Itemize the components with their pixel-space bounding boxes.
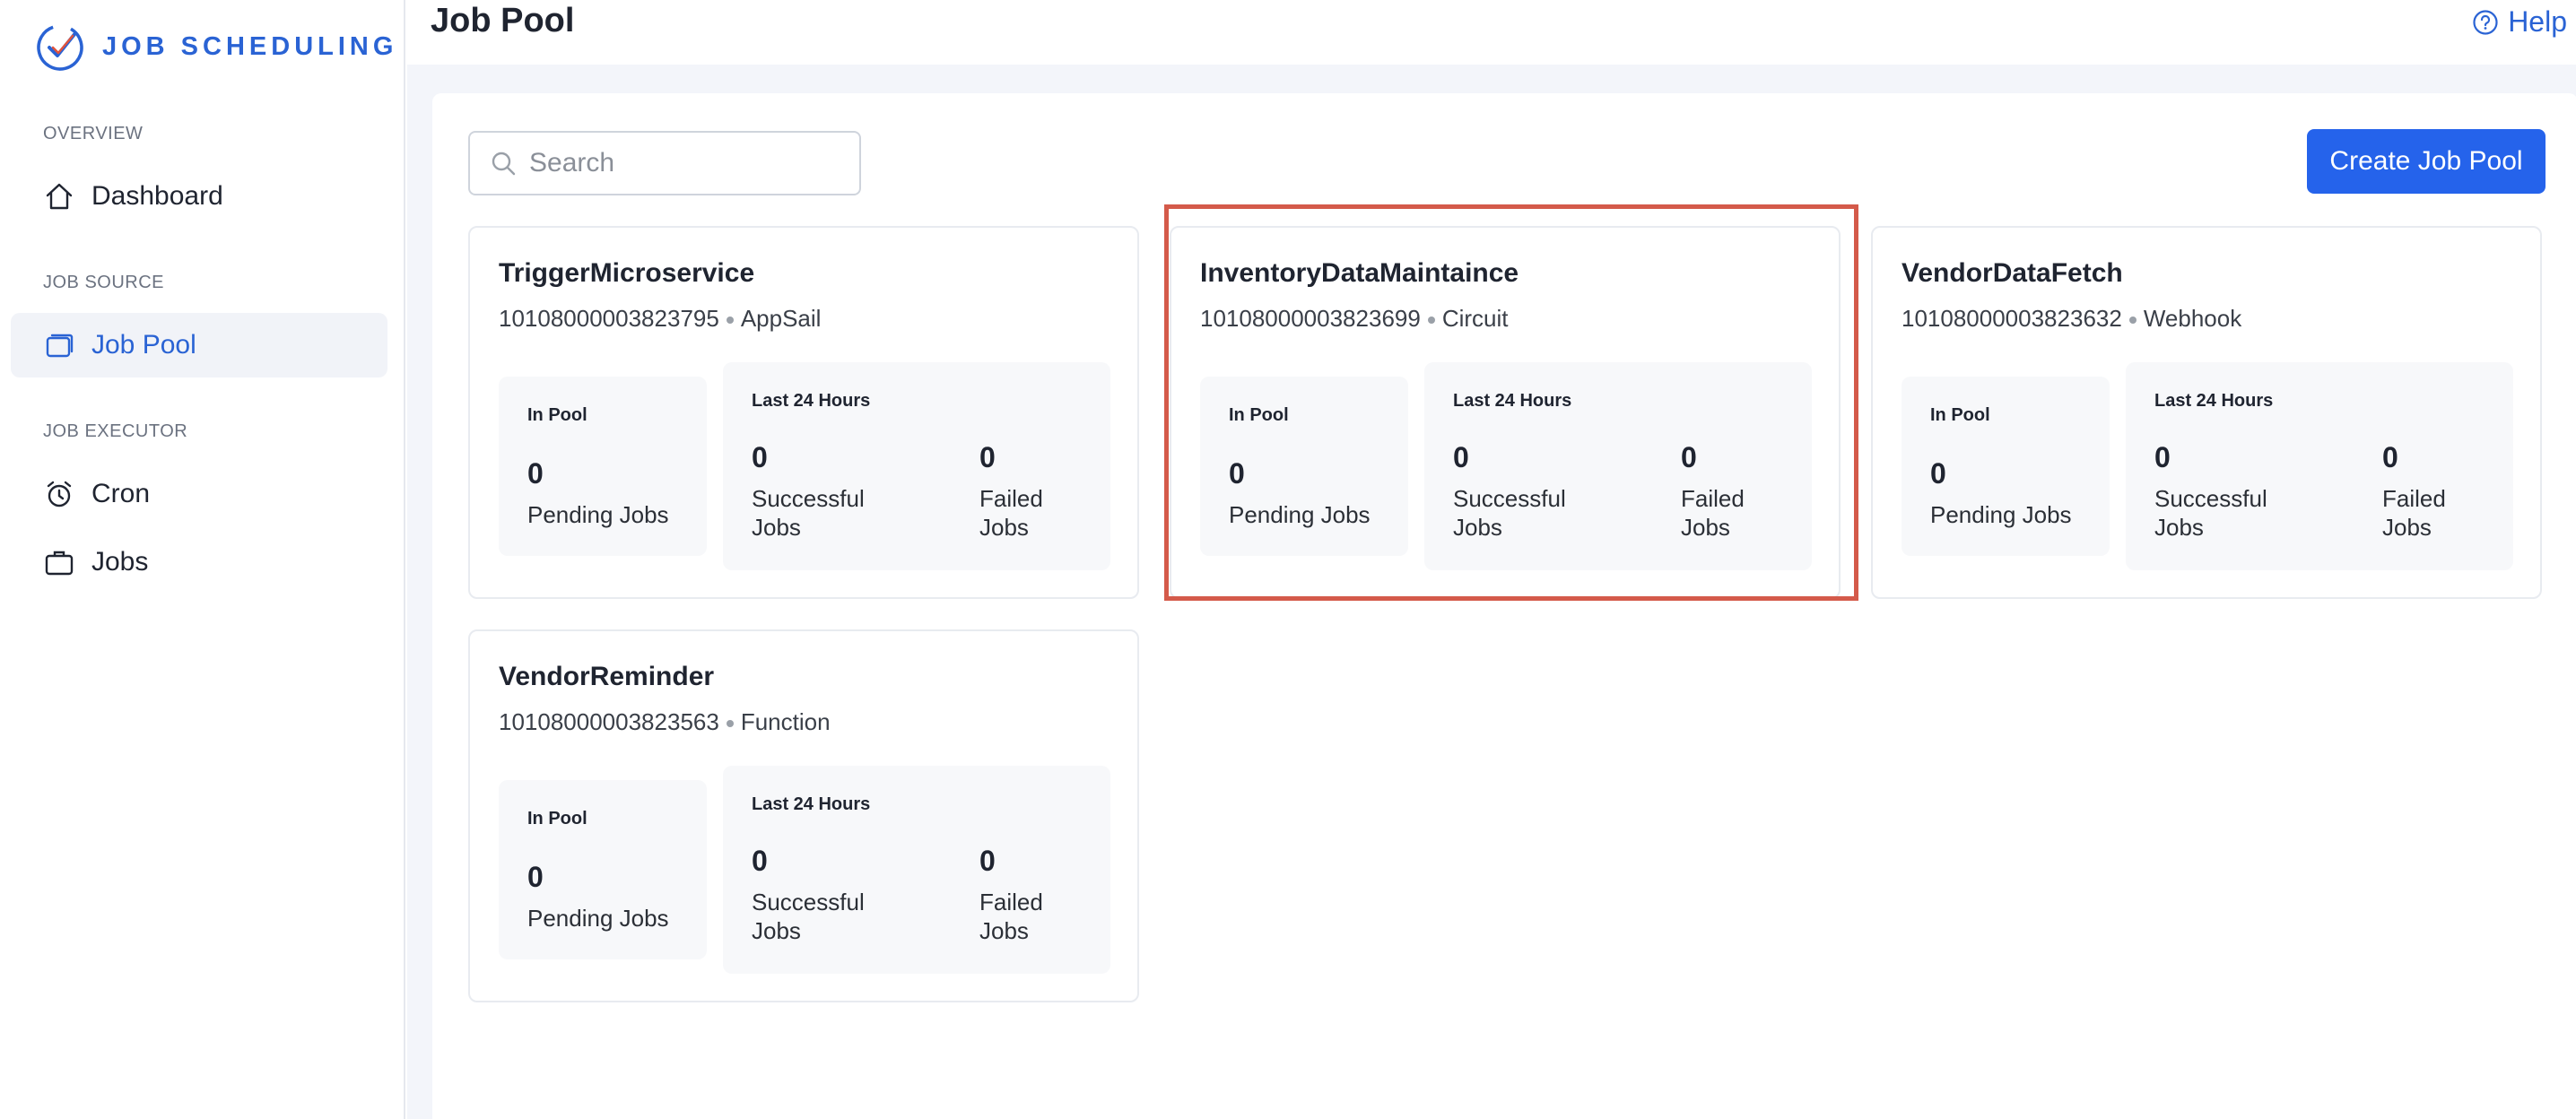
- sidebar-item-job-pool[interactable]: Job Pool: [11, 313, 387, 377]
- successful-count: 0: [752, 441, 768, 473]
- failed-label: Failed Jobs: [1681, 485, 1745, 541]
- separator-dot: [1427, 317, 1435, 325]
- card-id: 10108000003823699: [1200, 305, 1421, 332]
- successful-label: Successful Jobs: [2154, 485, 2267, 541]
- topbar: Job Pool Help: [407, 0, 2576, 65]
- sidebar-item-label: Dashboard: [91, 181, 223, 211]
- in-pool-label: In Pool: [1930, 405, 1990, 425]
- failed-label: Failed Jobs: [979, 889, 1043, 944]
- in-pool-box: In Pool 0 Pending Jobs: [499, 377, 707, 556]
- failed-label: Failed Jobs: [2382, 485, 2446, 541]
- search-icon: [492, 152, 516, 176]
- sidebar-item-label: Jobs: [91, 547, 149, 577]
- last-24-hours-box: Last 24 Hours 0 Successful Jobs 0 Failed…: [1424, 362, 1812, 570]
- card-title[interactable]: InventoryDataMaintaince: [1200, 258, 1519, 289]
- section-label-job-executor: JOB EXECUTOR: [43, 421, 188, 441]
- failed-count: 0: [1681, 441, 1697, 473]
- job-pool-card[interactable]: TriggerMicroservice 10108000003823795 App…: [468, 226, 1139, 599]
- pending-label: Pending Jobs: [527, 501, 669, 528]
- separator-dot: [2128, 317, 2137, 325]
- in-pool-label: In Pool: [527, 405, 587, 425]
- last-24-hours-box: Last 24 Hours 0 Successful Jobs 0 Failed…: [723, 766, 1110, 974]
- page-title: Job Pool: [431, 2, 575, 39]
- last-24-hours-box: Last 24 Hours 0 Successful Jobs 0 Failed…: [723, 362, 1110, 570]
- in-pool-box: In Pool 0 Pending Jobs: [1200, 377, 1408, 556]
- sidebar-item-label: Job Pool: [91, 330, 196, 360]
- search-box[interactable]: [468, 131, 861, 195]
- in-pool-box: In Pool 0 Pending Jobs: [1902, 377, 2110, 556]
- pending-count: 0: [1930, 457, 1946, 490]
- last-24-hours-label: Last 24 Hours: [2154, 391, 2274, 411]
- successful-label: Successful Jobs: [752, 889, 865, 944]
- briefcase-icon: [43, 546, 75, 578]
- separator-dot: [726, 317, 734, 325]
- job-pool-card[interactable]: InventoryDataMaintaince 1010800000382369…: [1170, 226, 1841, 599]
- card-title[interactable]: VendorDataFetch: [1902, 258, 2123, 289]
- failed-count: 0: [2382, 441, 2398, 473]
- alarm-clock-icon: [43, 478, 75, 510]
- brand-name: JOB SCHEDULING: [102, 31, 398, 61]
- sidebar-item-cron[interactable]: Cron: [11, 462, 387, 526]
- card-type: Circuit: [1441, 305, 1509, 332]
- sidebar-item-jobs[interactable]: Jobs: [11, 530, 387, 594]
- card-meta: 10108000003823632 Webhook: [1902, 305, 2241, 333]
- in-pool-label: In Pool: [1229, 405, 1289, 425]
- card-type: AppSail: [740, 305, 822, 332]
- card-id: 10108000003823632: [1902, 305, 2122, 332]
- successful-label: Successful Jobs: [752, 485, 865, 541]
- section-label-job-source: JOB SOURCE: [43, 273, 165, 292]
- card-meta: 10108000003823795 AppSail: [499, 305, 821, 333]
- failed-count: 0: [979, 845, 996, 877]
- help-icon: [2473, 9, 2498, 35]
- help-label: Help: [2508, 5, 2567, 38]
- card-id: 10108000003823795: [499, 305, 719, 332]
- job-pool-card[interactable]: VendorDataFetch 10108000003823632 Webhook…: [1871, 226, 2542, 599]
- card-type: Function: [740, 708, 831, 735]
- main-content: Create Job Pool TriggerMicroservice 1010…: [407, 65, 2576, 1119]
- last-24-hours-label: Last 24 Hours: [752, 391, 871, 411]
- section-label-overview: OVERVIEW: [43, 124, 144, 143]
- pending-count: 0: [1229, 457, 1245, 490]
- card-meta: 10108000003823563 Function: [499, 708, 831, 736]
- in-pool-label: In Pool: [527, 809, 587, 828]
- sidebar: JOB SCHEDULING OVERVIEW Dashboard JOB SO…: [0, 0, 405, 1119]
- pending-count: 0: [527, 861, 544, 893]
- last-24-hours-label: Last 24 Hours: [752, 794, 871, 814]
- pending-label: Pending Jobs: [1930, 501, 2072, 528]
- card-id: 10108000003823563: [499, 708, 719, 735]
- check-circle-logo-icon: [37, 24, 83, 71]
- successful-count: 0: [1453, 441, 1469, 473]
- last-24-hours-box: Last 24 Hours 0 Successful Jobs 0 Failed…: [2126, 362, 2513, 570]
- successful-count: 0: [2154, 441, 2171, 473]
- sidebar-item-dashboard[interactable]: Dashboard: [11, 164, 387, 229]
- create-job-pool-button[interactable]: Create Job Pool: [2307, 129, 2546, 194]
- failed-count: 0: [979, 441, 996, 473]
- brand[interactable]: JOB SCHEDULING: [34, 18, 397, 75]
- card-title[interactable]: TriggerMicroservice: [499, 258, 754, 289]
- pending-count: 0: [527, 457, 544, 490]
- job-pool-panel: Create Job Pool TriggerMicroservice 1010…: [432, 93, 2576, 1119]
- card-type: Webhook: [2143, 305, 2242, 332]
- pending-label: Pending Jobs: [527, 905, 669, 932]
- pending-label: Pending Jobs: [1229, 501, 1371, 528]
- home-icon: [43, 180, 75, 213]
- card-meta: 10108000003823699 Circuit: [1200, 305, 1509, 333]
- successful-count: 0: [752, 845, 768, 877]
- search-input[interactable]: [529, 148, 852, 178]
- sidebar-item-label: Cron: [91, 479, 151, 508]
- failed-label: Failed Jobs: [979, 485, 1043, 541]
- pool-icon: [43, 329, 75, 361]
- card-title[interactable]: VendorReminder: [499, 662, 714, 692]
- separator-dot: [726, 720, 734, 728]
- in-pool-box: In Pool 0 Pending Jobs: [499, 780, 707, 959]
- job-pool-card[interactable]: VendorReminder 10108000003823563 Function…: [468, 629, 1139, 1002]
- successful-label: Successful Jobs: [1453, 485, 1566, 541]
- last-24-hours-label: Last 24 Hours: [1453, 391, 1572, 411]
- help-link[interactable]: Help: [2472, 5, 2567, 39]
